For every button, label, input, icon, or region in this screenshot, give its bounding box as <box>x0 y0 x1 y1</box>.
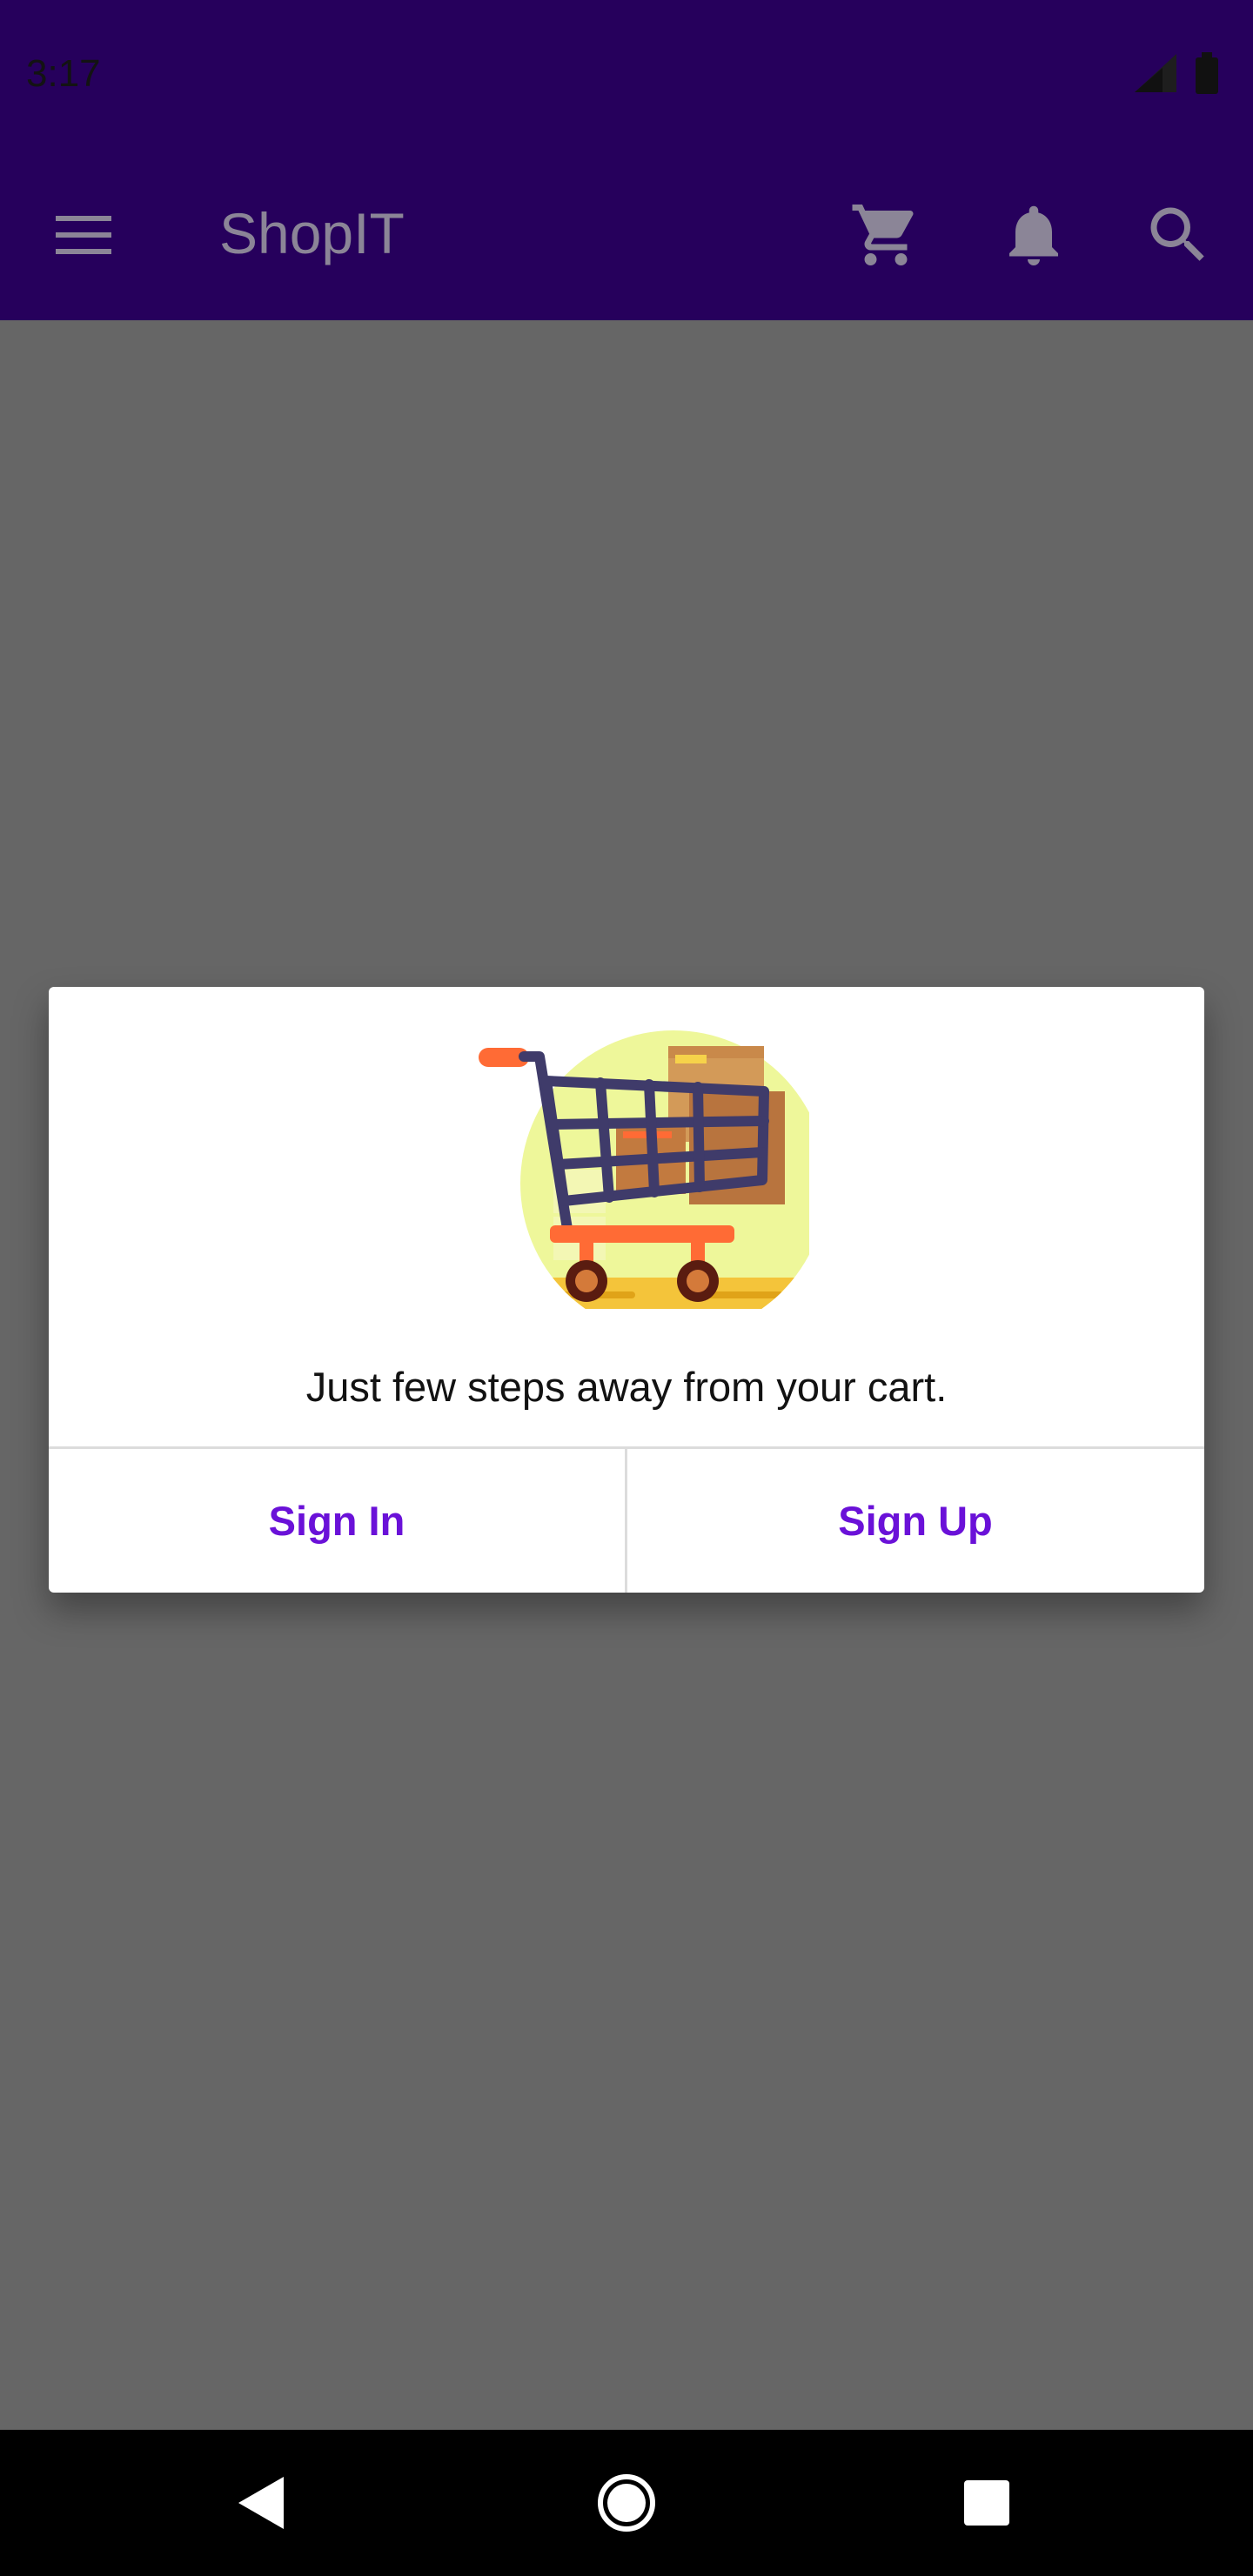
search-button[interactable] <box>1142 198 1215 272</box>
recents-icon <box>964 2480 1009 2526</box>
home-icon <box>598 2474 655 2532</box>
back-icon <box>238 2477 284 2529</box>
search-icon <box>1150 207 1204 261</box>
signal-icon <box>1135 54 1176 92</box>
bell-icon <box>1009 205 1058 265</box>
sign-in-button[interactable]: Sign In <box>49 1449 625 1593</box>
home-button[interactable] <box>588 2465 665 2541</box>
recents-button[interactable] <box>948 2465 1025 2541</box>
status-icons <box>1124 52 1229 96</box>
status-time: 3:17 <box>26 52 101 95</box>
notifications-button[interactable] <box>997 198 1070 272</box>
dialog-message: Just few steps away from your cart. <box>305 1364 948 1410</box>
app-bar: ShopIT <box>0 150 1253 320</box>
cart-button[interactable] <box>849 198 922 272</box>
back-button[interactable] <box>223 2465 299 2541</box>
menu-icon <box>56 216 111 254</box>
battery-icon <box>1196 52 1218 94</box>
app-title: ShopIT <box>219 201 405 265</box>
cart-icon <box>852 205 914 265</box>
sign-up-button[interactable]: Sign Up <box>627 1449 1203 1593</box>
status-bar: 3:17 <box>0 0 1253 150</box>
navigation-bar <box>0 2430 1253 2576</box>
shopping-cart-illustration <box>470 1030 827 1337</box>
menu-button[interactable] <box>52 204 115 266</box>
sign-in-dialog: Just few steps away from your cart. Sign… <box>49 987 1204 1593</box>
